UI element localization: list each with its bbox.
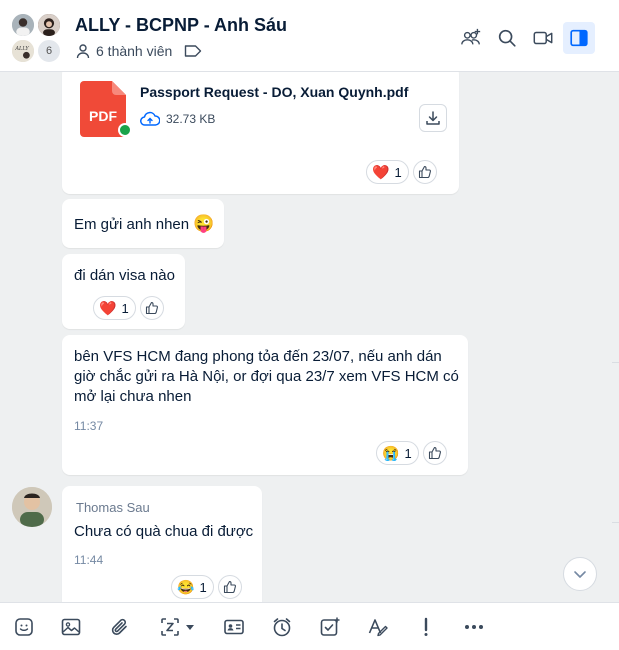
text-format-icon bbox=[368, 619, 388, 637]
file-name[interactable]: Passport Request - DO, Xuan Quynh.pdf bbox=[140, 84, 408, 100]
reaction-bar: ❤️ 1 bbox=[366, 160, 437, 184]
screenshot-icon bbox=[161, 618, 179, 636]
online-status-dot bbox=[118, 123, 132, 137]
thumbs-up-icon bbox=[428, 446, 441, 460]
header-actions bbox=[451, 22, 595, 54]
crying-face-icon: 😭 bbox=[382, 444, 400, 461]
message-text: đi dán visa nào bbox=[74, 267, 175, 284]
task-icon bbox=[320, 617, 340, 636]
reaction-count: 1 bbox=[394, 164, 402, 180]
search-icon bbox=[498, 29, 516, 47]
screenshot-button[interactable] bbox=[154, 614, 200, 640]
attachment-icon bbox=[111, 618, 127, 635]
download-button[interactable] bbox=[419, 104, 447, 132]
chevron-down-icon bbox=[574, 571, 586, 578]
member-avatar: ALLY bbox=[10, 38, 36, 64]
heart-icon: ❤️ bbox=[372, 163, 390, 180]
message-text: Em gửi anh nhen 😜 bbox=[74, 214, 214, 235]
message-bubble[interactable]: Em gửi anh nhen 😜 bbox=[62, 199, 224, 248]
sidebar-toggle-button[interactable] bbox=[563, 22, 595, 54]
like-button[interactable] bbox=[422, 441, 447, 465]
reaction-count: 1 bbox=[199, 579, 207, 595]
image-button[interactable] bbox=[58, 614, 84, 640]
member-avatar bbox=[36, 12, 62, 38]
heart-icon: ❤️ bbox=[99, 299, 117, 316]
scroll-track-mark bbox=[612, 522, 619, 523]
like-button[interactable] bbox=[412, 160, 437, 184]
like-button[interactable] bbox=[217, 575, 242, 599]
add-member-button[interactable] bbox=[455, 22, 487, 54]
task-button[interactable] bbox=[317, 614, 343, 640]
message-time: 11:44 bbox=[74, 553, 104, 567]
reaction-pill[interactable]: ❤️ 1 bbox=[93, 296, 136, 320]
message-time: 11:37 bbox=[74, 419, 104, 433]
cloud-upload-icon bbox=[140, 111, 160, 126]
urgent-icon bbox=[424, 617, 428, 636]
like-button[interactable] bbox=[139, 296, 164, 320]
message-bubble[interactable]: Thomas Sau Chưa có quà chua đi được 11:4… bbox=[62, 486, 262, 602]
sticker-icon bbox=[15, 618, 33, 636]
members-label[interactable]: 6 thành viên bbox=[96, 43, 172, 59]
person-icon bbox=[76, 44, 90, 59]
chat-subinfo: 6 thành viên bbox=[75, 43, 202, 59]
file-message[interactable]: PDF Passport Request - DO, Xuan Quynh.pd… bbox=[62, 72, 459, 194]
text-format-button[interactable] bbox=[365, 614, 391, 640]
member-avatar bbox=[10, 12, 36, 38]
business-card-button[interactable] bbox=[221, 614, 247, 640]
thumbs-up-icon bbox=[418, 165, 431, 179]
message-text-content: Em gửi anh nhen bbox=[74, 216, 190, 233]
sender-name[interactable]: Thomas Sau bbox=[76, 500, 150, 515]
winking-face-emoji: 😜 bbox=[193, 214, 215, 233]
file-size-value: 32.73 KB bbox=[166, 112, 216, 126]
search-button[interactable] bbox=[491, 22, 523, 54]
reaction-pill[interactable]: 😭 1 bbox=[376, 441, 419, 465]
more-button[interactable] bbox=[461, 614, 487, 640]
laughing-face-icon: 😂 bbox=[177, 578, 195, 595]
business-card-icon bbox=[224, 619, 244, 635]
caret-down-icon bbox=[186, 625, 194, 630]
reaction-bar: ❤️ 1 bbox=[93, 296, 164, 320]
member-count-badge: 6 bbox=[36, 38, 62, 64]
scroll-to-bottom-button[interactable] bbox=[563, 557, 597, 591]
sender-avatar[interactable] bbox=[12, 487, 52, 527]
thumbs-up-icon bbox=[145, 301, 158, 315]
reminder-icon bbox=[273, 618, 291, 637]
message-text: Chưa có quà chua đi được bbox=[74, 523, 254, 540]
reaction-pill[interactable]: 😂 1 bbox=[171, 575, 214, 599]
group-avatar[interactable]: ALLY 6 bbox=[10, 12, 64, 64]
message-text: bên VFS HCM đang phong tỏa đến 23/07, nế… bbox=[74, 347, 459, 407]
avatar-logo-text: ALLY bbox=[14, 46, 29, 52]
add-member-icon bbox=[461, 28, 481, 45]
tag-icon[interactable] bbox=[184, 44, 202, 58]
pdf-badge: PDF bbox=[89, 108, 117, 124]
urgent-button[interactable] bbox=[413, 614, 439, 640]
message-line: mở lại chưa nhen bbox=[74, 388, 192, 405]
sticker-button[interactable] bbox=[11, 614, 37, 640]
message-line: giờ chắc gửi ra Hà Nội, or đợi qua 23/7 … bbox=[74, 368, 459, 385]
reaction-pill[interactable]: ❤️ 1 bbox=[366, 160, 409, 184]
reminder-button[interactable] bbox=[269, 614, 295, 640]
video-call-icon bbox=[533, 31, 553, 45]
file-size: 32.73 KB bbox=[140, 111, 215, 127]
chat-header: ALLY 6 ALLY - BCPNP - Anh Sáu 6 thành vi… bbox=[0, 0, 619, 72]
message-line: bên VFS HCM đang phong tỏa đến 23/07, nế… bbox=[74, 348, 442, 365]
image-icon bbox=[61, 618, 81, 636]
attachment-button[interactable] bbox=[107, 614, 133, 640]
sidebar-toggle-icon bbox=[570, 29, 588, 47]
composer-toolbar bbox=[0, 602, 619, 650]
message-bubble[interactable]: đi dán visa nào ❤️ 1 bbox=[62, 254, 185, 329]
reaction-count: 1 bbox=[121, 300, 129, 316]
video-call-button[interactable] bbox=[527, 22, 559, 54]
message-list[interactable]: PDF Passport Request - DO, Xuan Quynh.pd… bbox=[0, 72, 619, 602]
thumbs-up-icon bbox=[223, 580, 236, 594]
more-icon bbox=[465, 625, 483, 629]
message-bubble[interactable]: bên VFS HCM đang phong tỏa đến 23/07, nế… bbox=[62, 335, 468, 475]
reaction-bar: 😭 1 bbox=[376, 441, 447, 465]
scroll-track-mark bbox=[612, 362, 619, 363]
reaction-bar: 😂 1 bbox=[171, 575, 242, 599]
chat-title[interactable]: ALLY - BCPNP - Anh Sáu bbox=[75, 15, 287, 36]
reaction-count: 1 bbox=[404, 445, 412, 461]
download-icon bbox=[426, 111, 440, 125]
